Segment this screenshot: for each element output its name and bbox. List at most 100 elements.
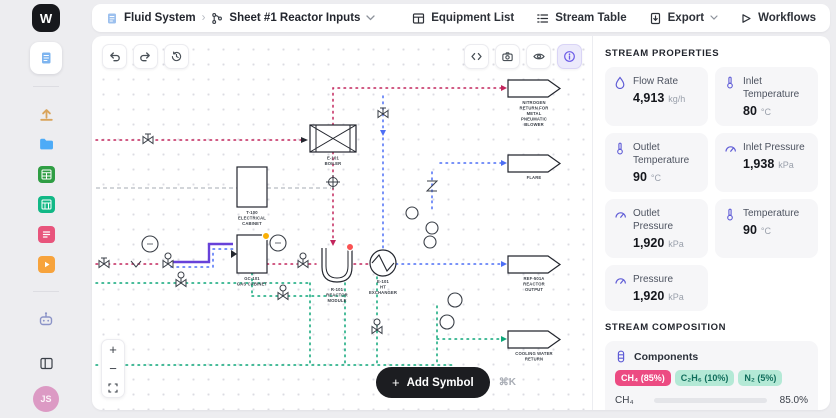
chip-c2h6[interactable]: C₂H₆ (10%) (674, 370, 735, 386)
components-icon (617, 350, 625, 363)
svg-text:PNEUMATIC: PNEUMATIC (521, 117, 547, 122)
equipment-list-button[interactable]: Equipment List (412, 12, 514, 25)
redo-icon (140, 52, 150, 62)
equipment-exchanger[interactable]: E-101 HT EXCHANGER (369, 249, 397, 295)
control-valve[interactable] (162, 252, 174, 269)
chip-n2[interactable]: N₂ (5%) (738, 370, 783, 386)
equipment-list-label: Equipment List (431, 12, 515, 24)
property-label: Flow Rate (633, 76, 679, 87)
instrument-bubbles[interactable] (141, 206, 463, 330)
snapshot-button[interactable] (495, 44, 520, 69)
divider (33, 86, 59, 87)
eye-icon (532, 53, 545, 60)
camera-icon (502, 52, 513, 62)
info-button[interactable] (557, 44, 582, 69)
property-unit: °C (650, 173, 662, 183)
property-unit: kPa (778, 160, 794, 170)
document-icon (42, 52, 51, 64)
valve[interactable] (98, 257, 110, 269)
svg-text:EXCHANGER: EXCHANGER (369, 290, 397, 295)
table-icon (37, 195, 55, 213)
equipment-boiler[interactable]: E-101 BOILER (309, 124, 357, 166)
undo-icon (110, 52, 120, 62)
add-symbol-label: Add Symbol (406, 376, 474, 389)
sheet-branch-icon (212, 12, 223, 24)
table-grid-icon (413, 12, 425, 24)
export-button[interactable]: Export (649, 12, 718, 25)
gauge-icon (725, 146, 736, 152)
svg-text:REACTOR: REACTOR (523, 282, 545, 287)
gauge-icon (615, 212, 626, 218)
sidebar-item-upload[interactable] (35, 103, 57, 125)
control-valve[interactable] (175, 271, 187, 288)
equipment-electrical-cabinet[interactable]: T-100 ELECTRICAL CABINET (236, 166, 268, 226)
property-label: Pressure (633, 274, 674, 285)
equipment-reactor[interactable]: R-101 REACTOR MODULE (321, 242, 355, 303)
chevron-down-icon (710, 15, 718, 20)
property-card-pressure: Pressure 1,920 kPa (605, 265, 708, 311)
svg-text:BOILER: BOILER (325, 161, 342, 166)
components-label: Components (634, 350, 699, 363)
property-label: Outlet Pressure (633, 208, 674, 232)
connector-reactor-output[interactable]: REF-501A REACTOR OUTPUT (507, 255, 562, 292)
sidebar-item-tables[interactable] (35, 193, 57, 215)
svg-text:E-101: E-101 (377, 279, 389, 284)
chevron-down-icon[interactable] (366, 15, 376, 21)
zoom-in-button[interactable]: + (102, 340, 124, 359)
workflows-button[interactable]: Workflows (740, 12, 816, 25)
app-logo[interactable]: W (32, 4, 60, 32)
control-valve[interactable] (297, 252, 309, 269)
history-button[interactable] (164, 44, 189, 69)
preview-button[interactable] (526, 44, 551, 69)
canvas-toolbar-left (102, 44, 189, 69)
equipment-gas-cabinet[interactable]: GC-101 GAS CABINET (236, 231, 271, 287)
sidebar-item-media[interactable] (35, 253, 57, 275)
property-unit: kPa (668, 292, 684, 302)
property-value: 80 (743, 104, 757, 118)
sidebar-item-diagrams[interactable] (30, 42, 62, 74)
svg-text:CABINET: CABINET (242, 221, 262, 226)
fit-view-button[interactable] (102, 378, 124, 397)
history-icon (171, 51, 182, 62)
undo-button[interactable] (102, 44, 127, 69)
redo-button[interactable] (133, 44, 158, 69)
stream-table-label: Stream Table (555, 12, 627, 24)
svg-text:METAL: METAL (527, 111, 542, 116)
code-view-button[interactable] (464, 44, 489, 69)
breadcrumb-sheet[interactable]: Sheet #1 Reactor Inputs (229, 12, 360, 24)
bot-icon (39, 312, 53, 326)
property-unit: °C (760, 107, 772, 117)
avatar[interactable]: JS (33, 386, 59, 412)
process-line-red (95, 87, 502, 265)
add-symbol-button[interactable]: + Add Symbol (376, 367, 490, 398)
property-label: Outlet Temperature (633, 142, 690, 166)
sidebar-item-folders[interactable] (35, 133, 57, 155)
chip-ch4[interactable]: CH₄ (85%) (615, 370, 671, 386)
stream-table-button[interactable]: Stream Table (536, 12, 627, 25)
cable-purple (171, 242, 233, 264)
connector-flare[interactable]: FLARE (507, 154, 562, 180)
zoom-out-button[interactable]: − (102, 359, 124, 378)
sidebar-item-spreadsheets[interactable] (35, 163, 57, 185)
connector-nitrogen[interactable]: NITROGEN RETURN FOR METAL PNEUMATIC BLOW… (507, 79, 562, 127)
svg-text:FLARE: FLARE (527, 175, 542, 180)
breadcrumb-project[interactable]: Fluid System (124, 12, 196, 24)
connector-cooling-return[interactable]: COOLING WATER RETURN (507, 330, 562, 362)
breadcrumb: Fluid System › Sheet #1 Reactor Inputs (106, 12, 376, 25)
sidebar-item-assistant[interactable] (35, 308, 57, 330)
property-card-temperature: Temperature 90 °C (715, 199, 818, 258)
valve[interactable] (142, 133, 154, 145)
add-symbol-shortcut: ⌘K (498, 377, 516, 388)
panel-toggle-icon[interactable] (35, 352, 57, 374)
property-card-outlet-temperature: Outlet Temperature 90 °C (605, 133, 708, 192)
zoom-controls: + − (101, 339, 125, 398)
svg-text:HT: HT (380, 285, 386, 290)
property-value: 1,920 (633, 236, 665, 250)
control-valve[interactable] (277, 284, 289, 301)
thermometer-icon (727, 76, 733, 89)
diagram-canvas[interactable]: E-101 BOILER T-100 ELECTRICAL CABINET GC… (92, 36, 592, 410)
svg-text:OUTPUT: OUTPUT (525, 287, 543, 292)
svg-text:GAS CABINET: GAS CABINET (237, 282, 268, 287)
spreadsheet-icon (37, 165, 55, 183)
sidebar-item-documents[interactable] (35, 223, 57, 245)
